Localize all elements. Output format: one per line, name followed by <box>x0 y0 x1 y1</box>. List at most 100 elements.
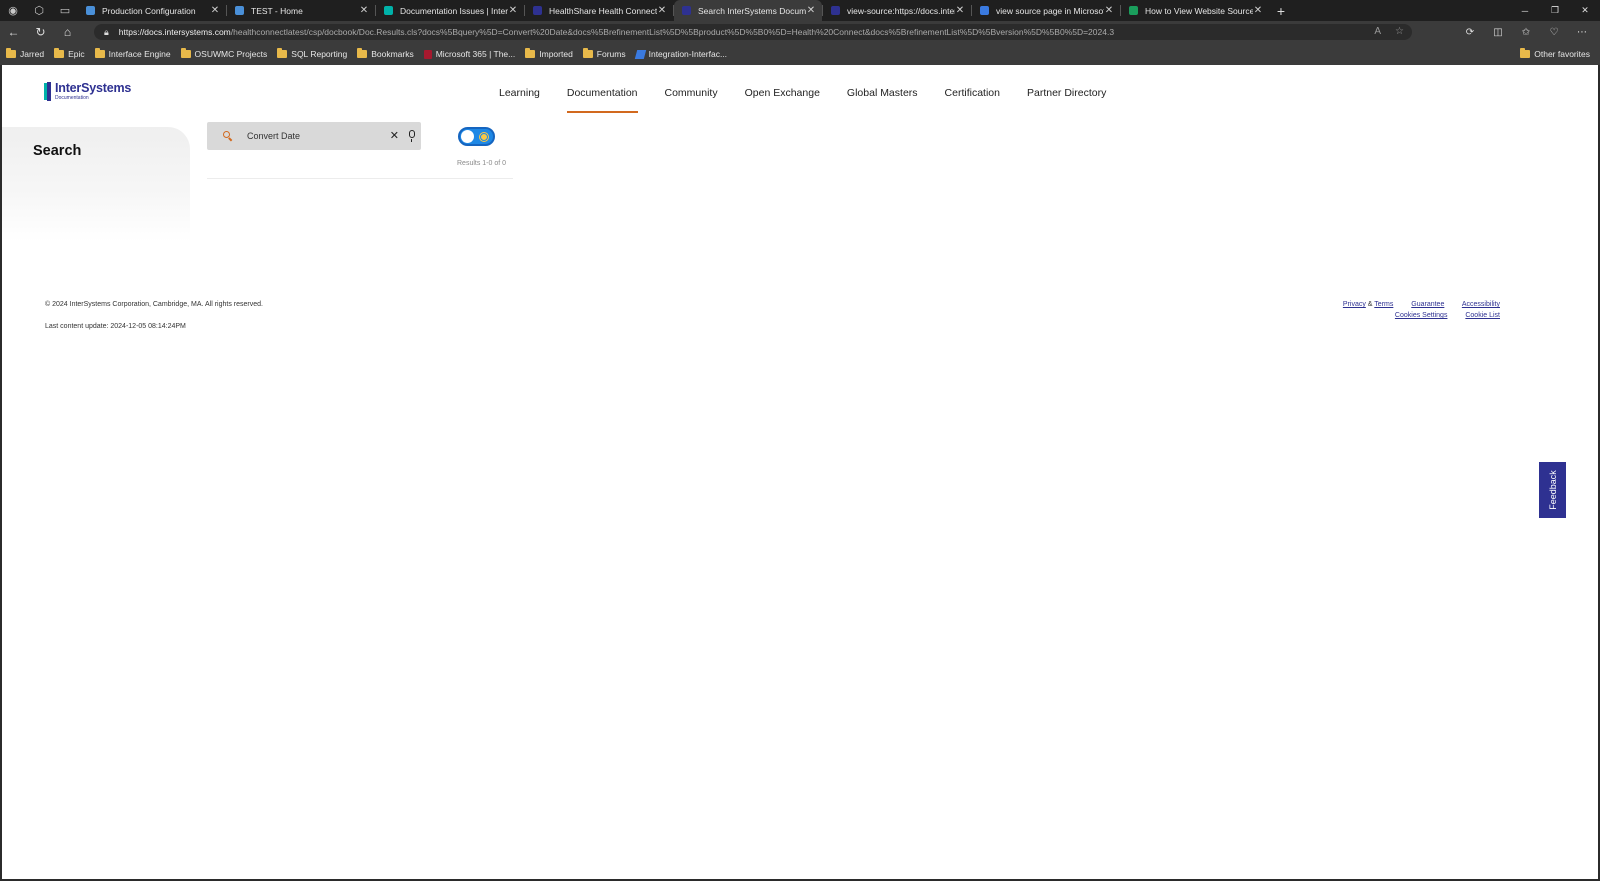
tab-favicon-icon <box>384 6 393 15</box>
tab-close-icon[interactable]: ✕ <box>657 5 667 16</box>
tab-actions-icon[interactable]: ▭ <box>52 0 78 21</box>
workspaces-icon[interactable]: ⬡ <box>26 0 52 21</box>
accessibility-link[interactable]: Accessibility <box>1462 301 1500 308</box>
nav-community[interactable]: Community <box>665 85 718 113</box>
favorite-star-icon[interactable]: ☆ <box>1395 26 1404 37</box>
bookmark-favicon-icon <box>634 49 646 59</box>
tab-close-icon[interactable]: ✕ <box>806 5 816 16</box>
search-input[interactable] <box>247 131 367 141</box>
profile-icon[interactable]: ◉ <box>0 0 26 21</box>
address-bar-row: ← ↻ ⌂ 🔒︎ https://docs.intersystems.com/h… <box>0 21 1600 43</box>
tab-close-icon[interactable]: ✕ <box>508 5 518 16</box>
microphone-icon[interactable] <box>409 130 415 142</box>
nav-global-masters[interactable]: Global Masters <box>847 85 918 113</box>
tab-favicon-icon <box>980 6 989 15</box>
folder-icon <box>180 48 191 58</box>
new-tab-button[interactable]: + <box>1269 3 1293 19</box>
bookmark-item[interactable]: Jarred <box>6 48 44 59</box>
nav-partner-directory[interactable]: Partner Directory <box>1027 85 1106 113</box>
browser-tab[interactable]: TEST - Home ✕ <box>227 0 375 21</box>
nav-open-exchange[interactable]: Open Exchange <box>745 85 820 113</box>
bookmark-item[interactable]: Bookmarks <box>357 48 414 59</box>
bookmark-label: Microsoft 365 | The... <box>435 49 516 59</box>
other-favorites-label: Other favorites <box>1534 49 1590 59</box>
tab-close-icon[interactable]: ✕ <box>210 5 220 16</box>
tab-favicon-icon <box>831 6 840 15</box>
favorites-icon[interactable]: ✩ <box>1512 21 1540 43</box>
bookmark-label: Forums <box>596 49 626 59</box>
close-window-icon[interactable]: ✕ <box>1570 0 1600 21</box>
split-screen-icon[interactable]: ◫ <box>1484 21 1512 43</box>
bookmark-item[interactable]: Epic <box>54 48 85 59</box>
tab-title: view-source:https://docs.intersyst <box>847 5 955 16</box>
folder-icon <box>357 48 368 58</box>
guarantee-link[interactable]: Guarantee <box>1411 301 1444 308</box>
back-icon[interactable]: ← <box>0 21 27 43</box>
theme-toggle[interactable] <box>458 127 495 146</box>
url-path: /healthconnectlatest/csp/docbook/Doc.Res… <box>230 27 1115 37</box>
bookmark-label: Interface Engine <box>108 49 171 59</box>
search-icon[interactable] <box>223 131 233 142</box>
refresh-icon[interactable]: ↻ <box>27 21 54 43</box>
logo-name: InterSystems <box>55 81 132 95</box>
extensions-icon[interactable]: ⟳ <box>1456 21 1484 43</box>
browser-tab[interactable]: Production Configuration ✕ <box>78 0 226 21</box>
tab-title: HealthShare Health Connect 2024 <box>549 5 657 16</box>
bookmark-item[interactable]: Integration-Interfac... <box>634 49 727 59</box>
restore-icon[interactable]: ❐ <box>1540 0 1570 21</box>
home-icon[interactable]: ⌂ <box>54 21 81 43</box>
tab-title: view source page in Microsoft ed <box>996 5 1104 16</box>
browser-tab[interactable]: How to View Website Source Cod✕ <box>1121 0 1269 21</box>
url-domain: https://docs.intersystems.com <box>118 27 231 37</box>
nav-documentation[interactable]: Documentation <box>566 85 638 113</box>
tab-close-icon[interactable]: ✕ <box>1253 5 1263 16</box>
more-menu-icon[interactable]: ⋯ <box>1568 21 1596 43</box>
bookmarks-bar: Jarred Epic Interface Engine OSUWMC Project… <box>0 43 1600 65</box>
bookmark-item[interactable]: OSUWMC Projects <box>180 48 267 59</box>
browser-tab-bar: ◉ ⬡ ▭ Production Configuration ✕ TEST - Ho… <box>0 0 1600 21</box>
bookmark-item[interactable]: Imported <box>525 48 573 59</box>
browser-tab[interactable]: view source page in Microsoft ed✕ <box>972 0 1120 21</box>
folder-icon <box>54 48 65 58</box>
browser-tab[interactable]: view-source:https://docs.intersyst✕ <box>823 0 971 21</box>
bookmark-item[interactable]: Interface Engine <box>94 48 171 59</box>
bookmark-item[interactable]: SQL Reporting <box>277 48 348 59</box>
tab-close-icon[interactable]: ✕ <box>359 5 369 16</box>
browser-essentials-icon[interactable]: ♡ <box>1540 21 1568 43</box>
folder-icon <box>525 48 536 58</box>
tab-close-icon[interactable]: ✕ <box>955 5 965 16</box>
cookies-settings-link[interactable]: Cookies Settings <box>1395 312 1448 319</box>
browser-tab[interactable]: Search InterSystems Documentati✕ <box>674 0 822 21</box>
bookmark-label: Bookmarks <box>371 49 414 59</box>
footer-copyright: © 2024 InterSystems Corporation, Cambrid… <box>45 301 263 308</box>
folder-icon <box>6 48 16 58</box>
minimize-icon[interactable]: ─ <box>1510 0 1540 21</box>
address-field[interactable]: 🔒︎ https://docs.intersystems.com/healthc… <box>94 24 1412 40</box>
nav-certification[interactable]: Certification <box>945 85 1000 113</box>
lock-icon[interactable]: 🔒︎ <box>104 27 109 38</box>
nav-learning[interactable]: Learning <box>499 85 540 113</box>
terms-link[interactable]: Terms <box>1374 301 1393 308</box>
read-aloud-icon[interactable]: A <box>1374 26 1381 37</box>
cookie-list-link[interactable]: Cookie List <box>1465 312 1500 319</box>
tab-title: How to View Website Source Cod <box>1145 5 1253 16</box>
amp-text: & <box>1367 301 1373 308</box>
tab-close-icon[interactable]: ✕ <box>1104 5 1114 16</box>
browser-tab[interactable]: Documentation Issues | InterSyste✕ <box>376 0 524 21</box>
folder-icon <box>582 48 593 58</box>
search-box: ✕ <box>207 122 421 150</box>
privacy-link[interactable]: Privacy <box>1343 301 1366 308</box>
intersystems-logo[interactable]: InterSystems Documentation <box>44 82 131 101</box>
folder-icon <box>277 48 288 58</box>
clear-icon[interactable]: ✕ <box>390 129 399 142</box>
main-nav: Learning Documentation Community Open Excha… <box>499 85 1133 113</box>
other-favorites[interactable]: Other favorites <box>1520 43 1590 65</box>
bookmark-label: SQL Reporting <box>291 49 348 59</box>
logo-mark-icon <box>44 82 52 101</box>
bookmark-item[interactable]: Forums <box>582 48 626 59</box>
folder-icon <box>94 48 105 58</box>
bookmark-item[interactable]: Microsoft 365 | The... <box>423 49 516 59</box>
browser-tab[interactable]: HealthShare Health Connect 2024✕ <box>525 0 673 21</box>
feedback-button[interactable]: Feedback <box>1539 462 1566 518</box>
toggle-knob <box>461 130 474 143</box>
